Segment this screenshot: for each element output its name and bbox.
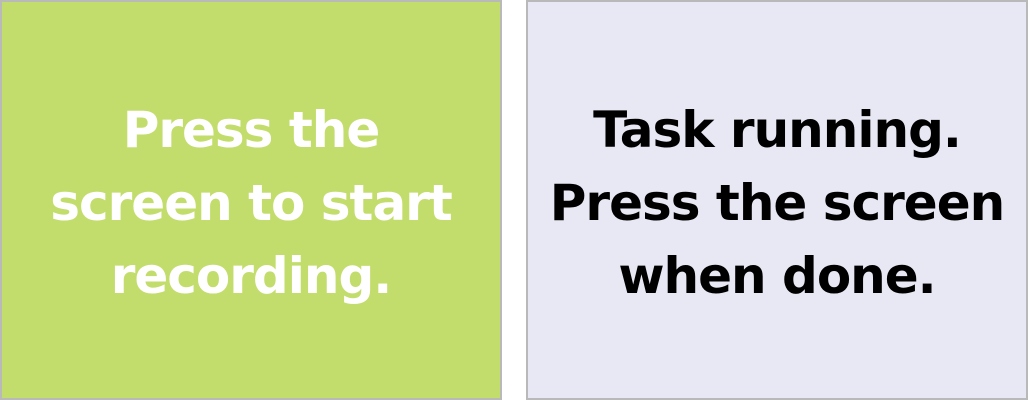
recording-screen: Press the screen to start recording. Tas… <box>0 0 1028 400</box>
task-running-panel[interactable]: Task running. Press the screen when done… <box>526 0 1028 400</box>
start-recording-message: Press the screen to start recording. <box>50 100 453 305</box>
start-recording-panel[interactable]: Press the screen to start recording. <box>0 0 502 400</box>
task-running-message: Task running. Press the screen when done… <box>549 100 1005 305</box>
